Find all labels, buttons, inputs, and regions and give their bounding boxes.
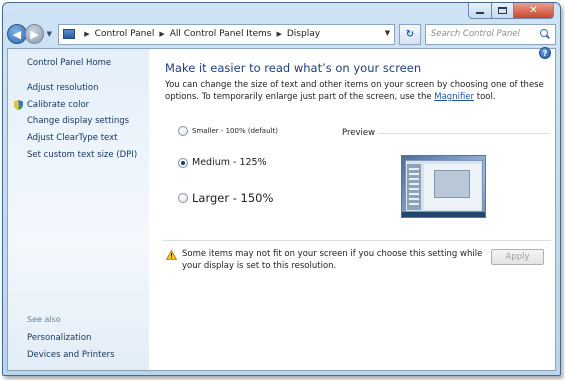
preview-sidebar xyxy=(407,164,421,210)
preview-divider xyxy=(378,133,550,134)
breadcrumb-all-items[interactable]: All Control Panel Items xyxy=(170,29,272,39)
help-icon[interactable]: ? xyxy=(539,47,551,59)
caption-buttons: ✕ xyxy=(468,3,554,19)
search-icon[interactable] xyxy=(539,29,550,39)
sidebar-item-devices-printers[interactable]: Devices and Printers xyxy=(27,350,115,360)
recent-pages-dropdown[interactable]: ▼ xyxy=(44,30,54,38)
address-dropdown-icon[interactable]: ▼ xyxy=(385,29,390,37)
control-panel-window: ✕ ◀ ▶ ▼ ▶ Control Panel ▶ All Control Pa… xyxy=(2,2,561,376)
shield-icon xyxy=(14,100,23,110)
preview-label: Preview xyxy=(342,128,376,138)
address-bar[interactable]: ▶ Control Panel ▶ All Control Panel Item… xyxy=(58,23,396,45)
minimize-button[interactable] xyxy=(468,3,492,19)
radio-larger[interactable] xyxy=(178,193,188,203)
refresh-icon: ↻ xyxy=(405,28,415,40)
back-arrow-icon: ◀ xyxy=(12,27,22,41)
back-button[interactable]: ◀ xyxy=(7,24,27,44)
refresh-button[interactable]: ↻ xyxy=(399,23,421,45)
close-button[interactable]: ✕ xyxy=(514,3,554,19)
radio-medium[interactable] xyxy=(178,157,188,168)
option-larger[interactable]: Larger - 150% xyxy=(178,191,273,205)
preview-taskbar xyxy=(402,212,485,217)
search-box[interactable]: Search Control Panel xyxy=(424,23,556,45)
chevron-right-icon[interactable]: ▶ xyxy=(159,30,164,38)
forward-button[interactable]: ▶ xyxy=(24,24,45,44)
sidebar: Control Panel Home Adjust resolution Cal… xyxy=(8,49,149,370)
sidebar-item-calibrate-color[interactable]: Calibrate color xyxy=(27,100,89,110)
sidebar-item-change-display-settings[interactable]: Change display settings xyxy=(27,116,129,126)
apply-button[interactable]: Apply xyxy=(491,249,544,265)
sidebar-item-adjust-cleartype[interactable]: Adjust ClearType text xyxy=(27,133,118,143)
page-title: Make it easier to read what’s on your sc… xyxy=(165,61,422,75)
control-panel-icon xyxy=(63,29,76,39)
main-panel: ? Make it easier to read what’s on your … xyxy=(149,47,555,370)
option-smaller[interactable]: Smaller - 100% (default) xyxy=(178,126,278,136)
sidebar-item-personalization[interactable]: Personalization xyxy=(27,333,91,343)
content-area: Control Panel Home Adjust resolution Cal… xyxy=(7,47,556,371)
sidebar-item-control-panel-home[interactable]: Control Panel Home xyxy=(27,58,111,68)
option-medium-label: Medium - 125% xyxy=(192,157,267,168)
option-larger-label: Larger - 150% xyxy=(192,191,274,205)
sidebar-item-custom-text-size[interactable]: Set custom text size (DPI) xyxy=(27,150,137,160)
warning-message: Some items may not fit on your screen if… xyxy=(182,249,483,271)
option-medium[interactable]: Medium - 125% xyxy=(178,157,267,168)
forward-arrow-icon: ▶ xyxy=(30,27,39,41)
maximize-button[interactable] xyxy=(492,3,514,19)
preview-thumbnail xyxy=(401,155,486,218)
chevron-right-icon[interactable]: ▶ xyxy=(276,30,281,38)
radio-smaller[interactable] xyxy=(178,126,188,136)
maximize-icon xyxy=(498,7,507,14)
sidebar-item-adjust-resolution[interactable]: Adjust resolution xyxy=(27,83,98,93)
option-smaller-label: Smaller - 100% (default) xyxy=(192,127,278,135)
preview-window xyxy=(405,160,483,212)
minimize-icon xyxy=(476,12,484,14)
preview-content xyxy=(424,164,481,210)
divider xyxy=(163,240,551,241)
chevron-right-icon[interactable]: ▶ xyxy=(84,30,89,38)
breadcrumb-display[interactable]: Display xyxy=(287,29,320,39)
search-input[interactable]: Search Control Panel xyxy=(431,29,520,39)
breadcrumb-control-panel[interactable]: Control Panel xyxy=(95,29,155,39)
navigation-bar: ◀ ▶ ▼ ▶ Control Panel ▶ All Control Pane… xyxy=(7,22,556,46)
magnifier-link[interactable]: Magnifier xyxy=(434,92,474,102)
page-description: You can change the size of text and othe… xyxy=(165,79,547,103)
see-also-heading: See also xyxy=(27,315,61,324)
description-text-end: tool. xyxy=(474,92,496,102)
warning-icon xyxy=(166,250,177,260)
preview-inner xyxy=(434,170,470,198)
close-icon: ✕ xyxy=(529,4,538,16)
